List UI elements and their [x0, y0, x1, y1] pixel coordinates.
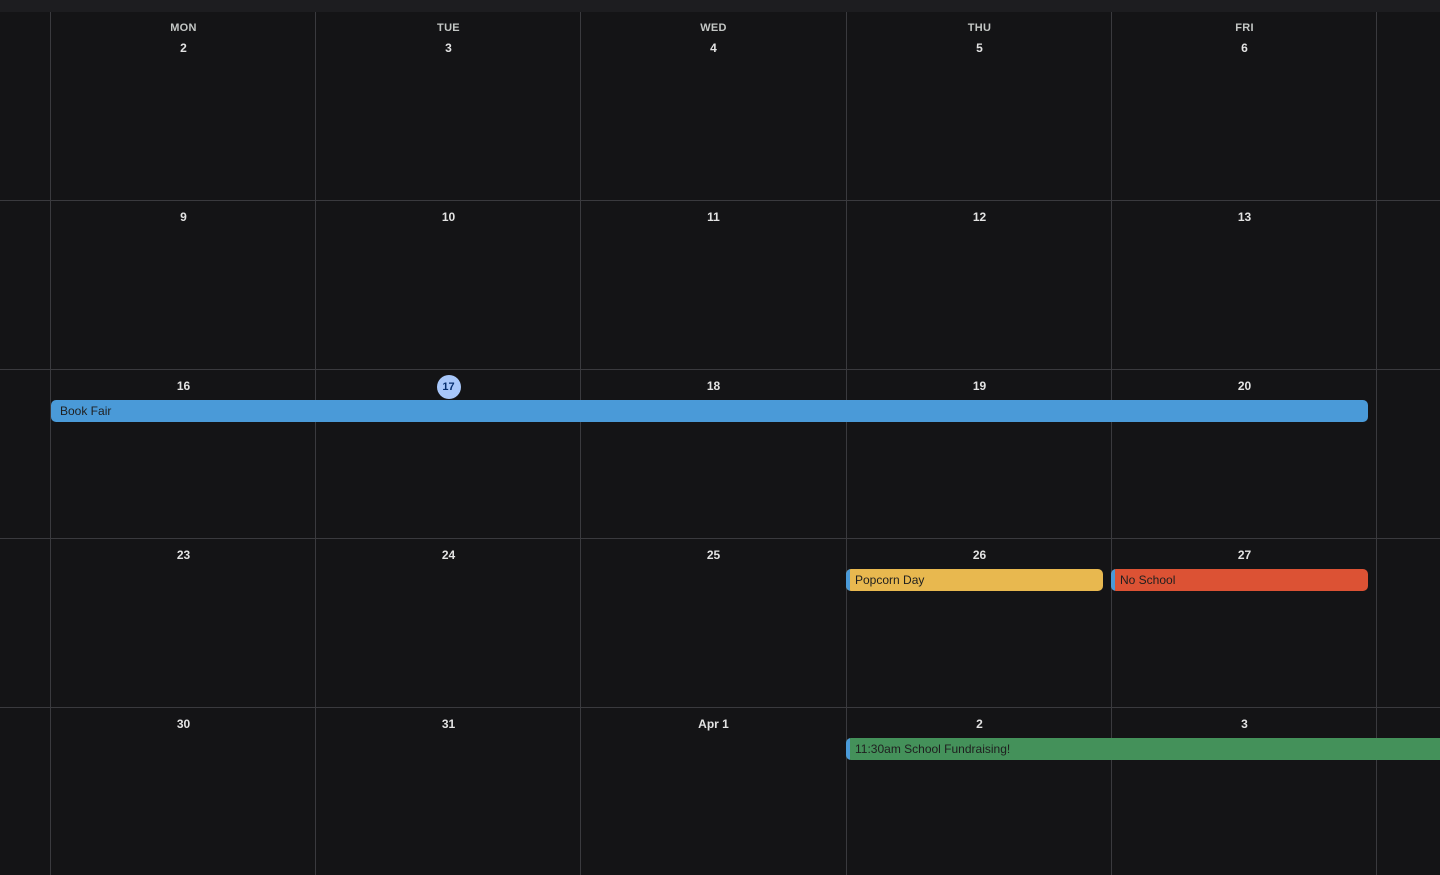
day-number[interactable]: 20 — [1112, 378, 1377, 394]
day-number[interactable]: 5 — [847, 40, 1112, 56]
day-number[interactable]: 10 — [316, 209, 581, 225]
event-calendar-color-marker — [846, 569, 850, 591]
day-number[interactable]: 6 — [1112, 40, 1377, 56]
event-title: Book Fair — [60, 404, 112, 418]
day-number[interactable]: 2 — [847, 716, 1112, 732]
column-divider — [580, 12, 581, 875]
weekday-header-mon: MON — [170, 22, 197, 34]
month-grid: MON TUE WED THU FRI 2 3 4 5 6 9 10 11 12… — [0, 0, 1440, 875]
event-title: 11:30am School Fundraising! — [855, 742, 1011, 756]
row-divider — [0, 538, 1440, 539]
event-school-fundraising[interactable]: 11:30am School Fundraising! — [846, 738, 1440, 760]
weekday-header-tue: TUE — [437, 22, 460, 34]
column-divider — [50, 12, 51, 875]
day-number[interactable]: 13 — [1112, 209, 1377, 225]
day-number[interactable]: 4 — [581, 40, 846, 56]
day-number[interactable]: 11 — [581, 209, 846, 225]
weekday-header-wed: WED — [700, 22, 727, 34]
day-number[interactable]: 26 — [847, 547, 1112, 563]
day-number[interactable]: 30 — [51, 716, 316, 732]
event-calendar-color-marker — [846, 738, 850, 760]
weekday-header-thu: THU — [967, 22, 992, 34]
day-number[interactable]: 19 — [847, 378, 1112, 394]
weekday-header-fri: FRI — [1235, 22, 1254, 34]
event-calendar-color-marker — [1111, 569, 1115, 591]
day-number[interactable]: 18 — [581, 378, 846, 394]
event-book-fair[interactable]: Book Fair — [51, 400, 1368, 422]
row-divider — [0, 200, 1440, 201]
day-number[interactable]: 25 — [581, 547, 846, 563]
day-number[interactable]: Apr 1 — [581, 716, 846, 732]
event-no-school[interactable]: No School — [1111, 569, 1368, 591]
today-day-number[interactable]: 17 — [316, 375, 581, 399]
day-number[interactable]: 16 — [51, 378, 316, 394]
row-divider — [0, 707, 1440, 708]
day-number[interactable]: 2 — [51, 40, 316, 56]
top-bar — [0, 0, 1440, 12]
day-number[interactable]: 27 — [1112, 547, 1377, 563]
column-divider — [315, 12, 316, 875]
day-number[interactable]: 3 — [316, 40, 581, 56]
row-divider — [0, 369, 1440, 370]
day-number[interactable]: 3 — [1112, 716, 1377, 732]
day-number[interactable]: 23 — [51, 547, 316, 563]
day-number[interactable]: 24 — [316, 547, 581, 563]
today-indicator[interactable]: 17 — [436, 375, 461, 399]
event-title: Popcorn Day — [855, 573, 925, 587]
day-number[interactable]: 9 — [51, 209, 316, 225]
event-title: No School — [1120, 573, 1176, 587]
event-popcorn-day[interactable]: Popcorn Day — [846, 569, 1103, 591]
day-number[interactable]: 12 — [847, 209, 1112, 225]
day-number[interactable]: 31 — [316, 716, 581, 732]
